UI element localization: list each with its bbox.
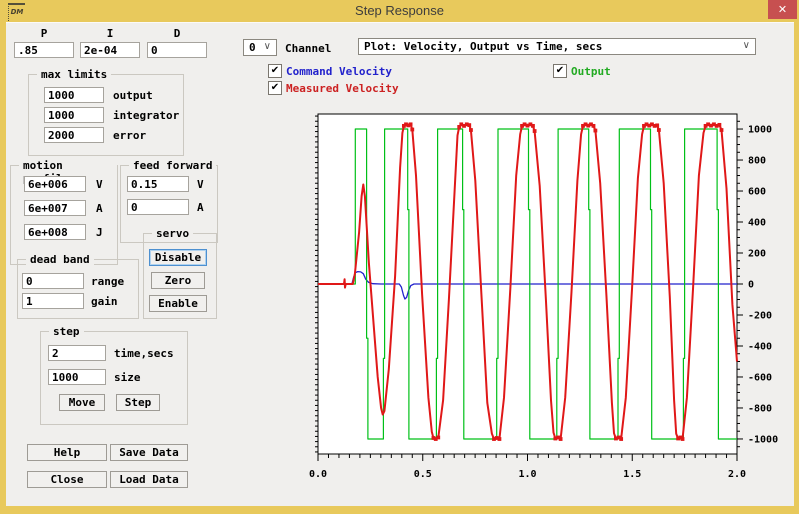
jerk-input[interactable] [24, 224, 86, 240]
gain-label: gain [91, 295, 118, 308]
p-input[interactable] [14, 42, 74, 58]
max-limits-title: max limits [37, 68, 111, 81]
chevron-down-icon: ∨ [743, 40, 750, 51]
svg-text:-200: -200 [748, 310, 772, 321]
svg-text:0.0: 0.0 [309, 469, 327, 480]
svg-text:-400: -400 [748, 341, 772, 352]
svg-text:2.0: 2.0 [728, 469, 746, 480]
step-size-input[interactable] [48, 369, 106, 385]
output-label: Output [571, 65, 611, 78]
servo-group: servo Disable Zero Enable [143, 233, 217, 319]
step-group: step time,secs size Move Step [40, 331, 188, 425]
step-title: step [49, 325, 84, 338]
step-button[interactable]: Step [116, 394, 160, 411]
svg-text:-600: -600 [748, 372, 772, 383]
titlebar[interactable]: DM Step Response ✕ [0, 0, 799, 22]
zero-button[interactable]: Zero [151, 272, 205, 289]
ff-velocity-input[interactable] [127, 176, 189, 192]
velocity-unit-label: V [96, 178, 103, 191]
step-response-chart: -1000 -800 -600 -400 -200 0 200 400 600 800 1000 0.… [246, 103, 791, 503]
range-input[interactable] [22, 273, 84, 289]
svg-text:200: 200 [748, 249, 766, 260]
i-label: I [80, 27, 140, 40]
svg-text:400: 400 [748, 218, 766, 229]
close-icon[interactable]: ✕ [768, 0, 797, 19]
disable-button[interactable]: Disable [149, 249, 207, 266]
svg-text:0.5: 0.5 [414, 469, 432, 480]
command-velocity-label: Command Velocity [286, 65, 392, 78]
max-error-input[interactable] [44, 127, 104, 143]
channel-value: 0 [249, 41, 256, 54]
help-button[interactable]: Help [27, 444, 107, 461]
enable-button[interactable]: Enable [149, 295, 207, 312]
load-data-button[interactable]: Load Data [110, 471, 188, 488]
measured-velocity-checkbox[interactable]: ✔ [268, 81, 282, 95]
svg-text:1.0: 1.0 [518, 469, 536, 480]
ff-accel-unit-label: A [197, 201, 204, 214]
step-size-label: size [114, 371, 141, 384]
svg-text:1.5: 1.5 [623, 469, 641, 480]
chevron-down-icon: ∨ [264, 41, 271, 52]
move-button[interactable]: Move [59, 394, 105, 411]
window-title: Step Response [0, 3, 799, 18]
max-error-label: error [113, 129, 146, 142]
svg-text:800: 800 [748, 156, 766, 167]
output-checkbox[interactable]: ✔ [553, 64, 567, 78]
svg-text:600: 600 [748, 187, 766, 198]
save-data-button[interactable]: Save Data [110, 444, 188, 461]
channel-select[interactable]: 0 ∨ [243, 39, 277, 56]
svg-text:0: 0 [748, 280, 754, 291]
step-time-label: time,secs [114, 347, 174, 360]
p-label: P [14, 27, 74, 40]
motion-profile-group: motion profile V A J [10, 165, 118, 265]
accel-unit-label: A [96, 202, 103, 215]
svg-text:-1000: -1000 [748, 434, 778, 445]
command-velocity-checkbox[interactable]: ✔ [268, 64, 282, 78]
range-label: range [91, 275, 124, 288]
ff-velocity-unit-label: V [197, 178, 204, 191]
plot-type-value: Plot: Velocity, Output vs Time, secs [364, 40, 602, 53]
dead-band-title: dead band [26, 253, 94, 266]
channel-label: Channel [285, 42, 331, 55]
max-integrator-label: integrator [113, 109, 179, 122]
max-limits-group: max limits output integrator error [28, 74, 184, 156]
step-time-input[interactable] [48, 345, 106, 361]
servo-title: servo [152, 227, 193, 240]
close-button[interactable]: Close [27, 471, 107, 488]
max-output-input[interactable] [44, 87, 104, 103]
ff-accel-input[interactable] [127, 199, 189, 215]
plot-type-select[interactable]: Plot: Velocity, Output vs Time, secs ∨ [358, 38, 756, 55]
i-input[interactable] [80, 42, 140, 58]
svg-text:-800: -800 [748, 403, 772, 414]
measured-velocity-label: Measured Velocity [286, 82, 399, 95]
gain-input[interactable] [22, 293, 84, 309]
jerk-unit-label: J [96, 226, 103, 239]
dialog-body: P I D 0 ∨ Channel Plot: Velocity, Output… [6, 22, 794, 506]
max-integrator-input[interactable] [44, 107, 104, 123]
step-response-window: DM Step Response ✕ P I D 0 ∨ Channel Plo… [0, 0, 799, 514]
svg-text:1000: 1000 [748, 125, 772, 136]
dead-band-group: dead band range gain [17, 259, 139, 319]
velocity-input[interactable] [24, 176, 86, 192]
d-label: D [147, 27, 207, 40]
d-input[interactable] [147, 42, 207, 58]
feed-forward-title: feed forward [129, 159, 216, 172]
max-output-label: output [113, 89, 153, 102]
accel-input[interactable] [24, 200, 86, 216]
